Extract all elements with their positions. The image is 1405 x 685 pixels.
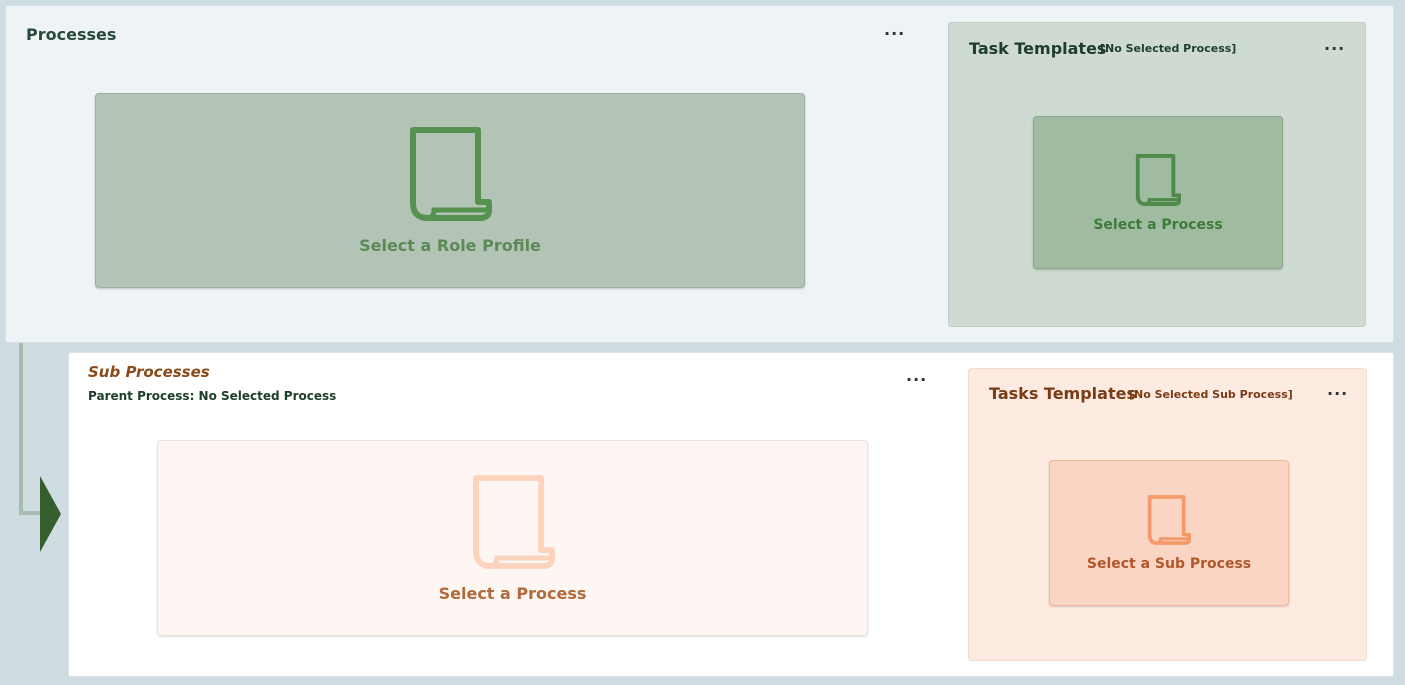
task-templates-title: Task Templates <box>969 39 1107 58</box>
select-process-placeholder[interactable]: Select a Process <box>157 440 868 636</box>
document-icon <box>472 474 555 569</box>
processes-more-icon[interactable]: ... <box>884 22 905 38</box>
select-sub-process-label: Select a Sub Process <box>1086 556 1252 572</box>
tasks-templates-title: Tasks Templates <box>989 384 1136 403</box>
select-process-label: Select a Process <box>1093 216 1223 233</box>
sub-processes-more-icon[interactable]: ... <box>906 368 927 384</box>
tasks-templates-more-icon[interactable]: ... <box>1327 382 1348 398</box>
arrow-right-icon <box>40 476 61 552</box>
select-role-profile-label: Select a Role Profile <box>359 236 541 255</box>
document-icon <box>1135 153 1181 206</box>
sub-processes-title: Sub Processes <box>88 363 210 381</box>
document-icon <box>410 127 492 221</box>
processes-title: Processes <box>26 25 117 44</box>
parent-process-label: Parent Process: No Selected Process <box>88 389 337 403</box>
select-process-label: Select a Process <box>438 583 587 603</box>
connector-line <box>19 343 23 515</box>
task-templates-subtitle: [No Selected Process] <box>1100 42 1237 55</box>
select-process-placeholder[interactable]: Select a Process <box>1033 116 1283 269</box>
select-sub-process-placeholder[interactable]: Select a Sub Process <box>1049 460 1289 606</box>
task-templates-panel: Task Templates [No Selected Process] ...… <box>948 22 1366 327</box>
tasks-templates-panel: Tasks Templates [No Selected Sub Process… <box>968 368 1367 661</box>
tasks-templates-subtitle: [No Selected Sub Process] <box>1129 388 1293 401</box>
task-templates-more-icon[interactable]: ... <box>1324 37 1345 53</box>
document-icon <box>1147 495 1191 545</box>
select-role-profile-placeholder[interactable]: Select a Role Profile <box>95 93 805 288</box>
